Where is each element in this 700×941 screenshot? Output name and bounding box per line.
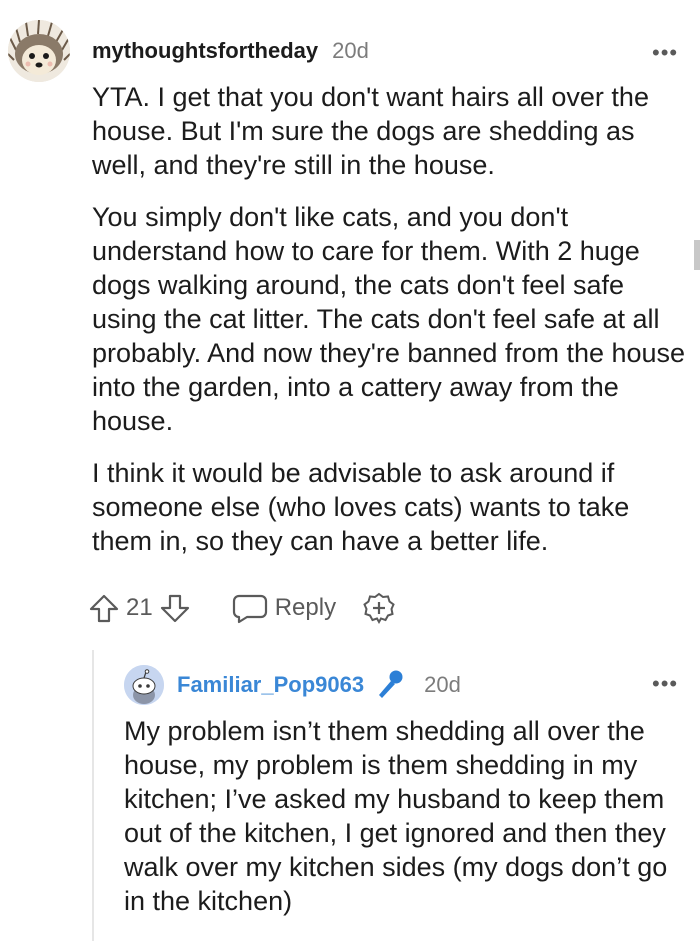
upvote-button[interactable]	[88, 592, 120, 624]
more-icon[interactable]: •••	[652, 673, 678, 695]
reply-age: 20d	[424, 672, 461, 697]
more-icon[interactable]: •••	[652, 42, 678, 64]
downvote-icon	[160, 594, 189, 623]
reply-icon	[232, 594, 267, 624]
reply-button[interactable]: Reply	[231, 592, 336, 624]
snoo-avatar[interactable]	[124, 665, 164, 705]
comment-body: YTA. I get that you don't want hairs all…	[92, 80, 688, 558]
vote-score: 21	[126, 594, 153, 621]
comment-paragraph: YTA. I get that you don't want hairs all…	[92, 82, 649, 180]
comment-meta: mythoughtsfortheday 20d	[92, 36, 369, 66]
reply-meta: Familiar_Pop9063 20d	[177, 669, 461, 701]
scrollbar[interactable]	[694, 240, 700, 270]
downvote-button[interactable]	[159, 592, 191, 624]
reply-text: My problem isn’t them shedding all over …	[124, 716, 668, 916]
award-icon	[363, 592, 395, 625]
comment-actions: 21 Reply	[88, 587, 396, 629]
comment-paragraph: You simply don't like cats, and you don'…	[92, 202, 686, 436]
hedgehog-avatar[interactable]	[8, 20, 70, 82]
thread-line[interactable]	[92, 650, 94, 941]
comment-paragraph: I think it would be advisable to ask aro…	[92, 458, 630, 556]
comment-author[interactable]: mythoughtsfortheday	[92, 38, 318, 64]
reply-label: Reply	[274, 594, 337, 621]
reply-author[interactable]: Familiar_Pop9063	[177, 672, 364, 698]
microphone-icon	[379, 670, 403, 698]
award-button[interactable]	[362, 591, 396, 625]
reply-body: My problem isn’t them shedding all over …	[124, 714, 690, 918]
comment-age: 20d	[332, 38, 369, 63]
upvote-icon	[89, 594, 119, 623]
